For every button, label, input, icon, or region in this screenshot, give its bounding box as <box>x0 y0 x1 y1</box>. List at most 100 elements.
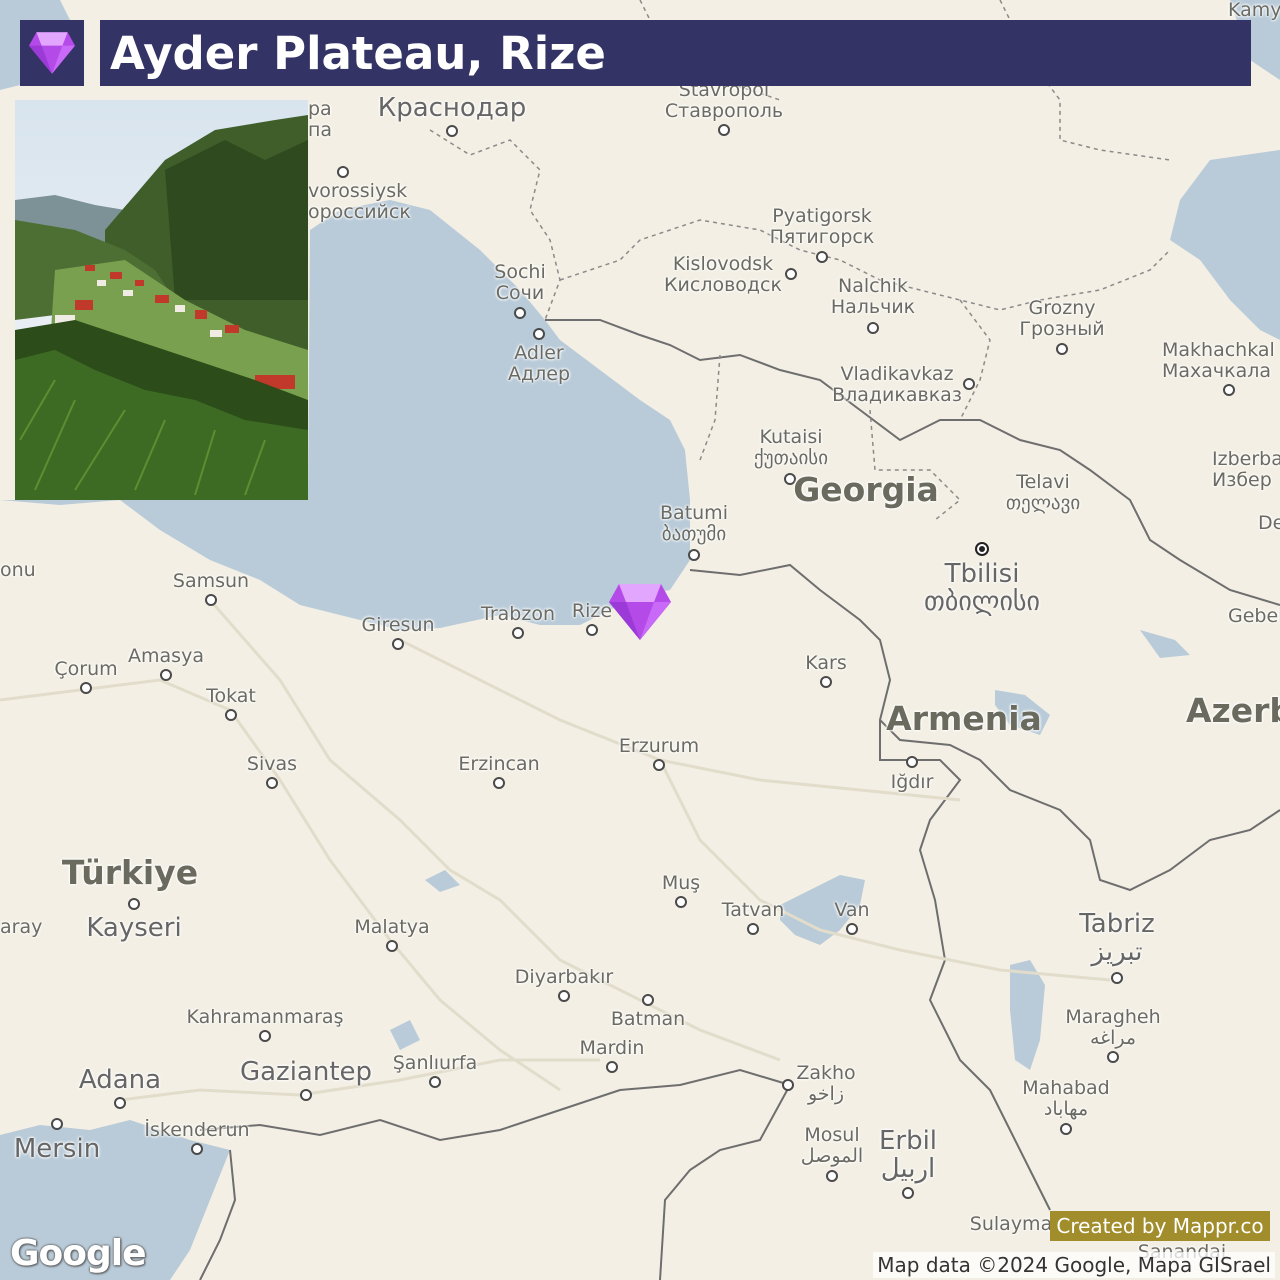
label-makhachkala: Makhachkal Махачкала <box>1162 339 1275 382</box>
city-dot <box>191 1143 203 1155</box>
label-amasya: Amasya <box>128 645 204 667</box>
city-dot <box>259 1030 271 1042</box>
label-novorossiysk: vorossiysk ороссийск <box>308 180 411 223</box>
label-anapa: pa па <box>308 98 333 141</box>
location-marker-gem-icon[interactable] <box>609 582 671 642</box>
city-dot <box>688 549 700 561</box>
label-mahabad: Mahabad مهاباد <box>1022 1077 1110 1120</box>
label-zakho: Zakho زاخو <box>796 1062 856 1105</box>
label-mus: Muş <box>661 872 701 894</box>
label-tabriz: Tabriz تبریز <box>1079 909 1155 967</box>
label-azerbaijan: Azerb <box>1186 691 1280 730</box>
city-dot <box>225 709 237 721</box>
city-dot <box>820 676 832 688</box>
label-sivas: Sivas <box>246 753 298 775</box>
city-dot <box>718 124 730 136</box>
label-iskenderun: İskenderun <box>144 1119 250 1141</box>
city-dot <box>160 669 172 681</box>
label-kamyshin: Kamy <box>1228 0 1280 21</box>
label-igdir: Iğdır <box>890 771 934 793</box>
label-corum: Çorum <box>54 658 118 680</box>
label-kislovodsk: Kislovodsk Кисловодск <box>664 253 782 296</box>
city-dot <box>80 682 92 694</box>
city-dot <box>392 638 404 650</box>
city-dot <box>642 994 654 1006</box>
label-mersin: Mersin <box>13 1134 101 1164</box>
label-batumi: Batumi ბათუმი <box>660 502 728 545</box>
city-dot <box>867 322 879 334</box>
label-giresun: Giresun <box>361 614 435 636</box>
label-krasnodar: Краснодар <box>377 93 527 123</box>
city-dot <box>446 125 458 137</box>
mappr-credit-badge[interactable]: Created by Mappr.co <box>1050 1211 1270 1241</box>
label-tatvan: Tatvan <box>721 899 785 921</box>
gem-icon <box>29 32 75 74</box>
label-van: Van <box>834 899 870 921</box>
label-gebele: Gebel <box>1228 605 1280 627</box>
city-dot <box>606 1061 618 1073</box>
label-mosul: Mosul الموصل <box>800 1124 864 1167</box>
city-dot <box>429 1076 441 1088</box>
label-stavropol: Stavropol Ставрополь <box>664 79 784 122</box>
city-dot <box>300 1089 312 1101</box>
city-dot <box>512 627 524 639</box>
city-dot <box>1056 343 1068 355</box>
label-onu: onu <box>0 559 36 581</box>
label-aksaray: aray <box>0 916 43 938</box>
city-dot <box>653 759 665 771</box>
city-dot <box>846 923 858 935</box>
label-rize: Rize <box>571 600 613 622</box>
label-armenia: Armenia <box>886 699 1042 738</box>
label-derbent: De <box>1258 512 1280 534</box>
city-dot <box>785 268 797 280</box>
page-title: Ayder Plateau, Rize <box>110 26 606 80</box>
city-dot <box>205 594 217 606</box>
label-sanliurfa: Şanlıurfa <box>392 1052 478 1074</box>
city-dot <box>1060 1123 1072 1135</box>
label-erbil: Erbil اربيل <box>878 1126 938 1184</box>
city-dot <box>816 251 828 263</box>
label-kars: Kars <box>805 652 847 674</box>
city-dot <box>558 990 570 1002</box>
label-erzurum: Erzurum <box>618 735 700 757</box>
city-dot <box>266 777 278 789</box>
label-pyatigorsk: Pyatigorsk Пятигорск <box>769 205 875 248</box>
label-maragheh: Maragheh مراغه <box>1065 1006 1161 1049</box>
city-dot <box>51 1118 63 1130</box>
label-turkiye: Türkiye <box>61 853 199 892</box>
title-bar: Ayder Plateau, Rize <box>100 20 1251 86</box>
label-diyarbakir: Diyarbakır <box>514 966 614 988</box>
city-dot <box>826 1170 838 1182</box>
label-izberbash: Izberba Избер <box>1212 448 1280 491</box>
location-photo <box>15 100 308 500</box>
city-dot <box>1111 972 1123 984</box>
map-attribution[interactable]: Map data ©2024 Google, Mapa GISrael <box>873 1252 1275 1278</box>
label-kayseri: Kayseri <box>86 913 182 943</box>
city-dot <box>1223 384 1235 396</box>
label-nalchik: Nalchik Нальчик <box>830 275 916 318</box>
city-dot <box>128 898 140 910</box>
city-dot <box>1107 1051 1119 1063</box>
label-adler: Adler Адлер <box>507 342 571 385</box>
city-dot <box>963 378 975 390</box>
title-icon-box <box>20 20 84 86</box>
city-dot <box>902 1187 914 1199</box>
label-mardin: Mardin <box>579 1037 645 1059</box>
label-sochi: Sochi Сочи <box>494 261 546 304</box>
label-trabzon: Trabzon <box>481 603 555 625</box>
label-kahramanmaras: Kahramanmaraş <box>186 1006 344 1028</box>
label-adana: Adana <box>78 1065 162 1095</box>
city-dot <box>337 166 349 178</box>
city-dot <box>675 896 687 908</box>
label-georgia: Georgia <box>793 470 939 509</box>
label-batman: Batman <box>610 1008 686 1030</box>
city-dot <box>493 777 505 789</box>
label-vladikavkaz: Vladikavkaz Владикавказ <box>832 363 962 406</box>
city-dot <box>386 940 398 952</box>
city-dot <box>906 756 918 768</box>
city-dot <box>533 328 545 340</box>
capital-dot <box>975 542 989 556</box>
label-tokat: Tokat <box>206 685 256 707</box>
label-kutaisi: Kutaisi ქუთაისი <box>753 426 829 469</box>
city-dot <box>782 1079 794 1091</box>
